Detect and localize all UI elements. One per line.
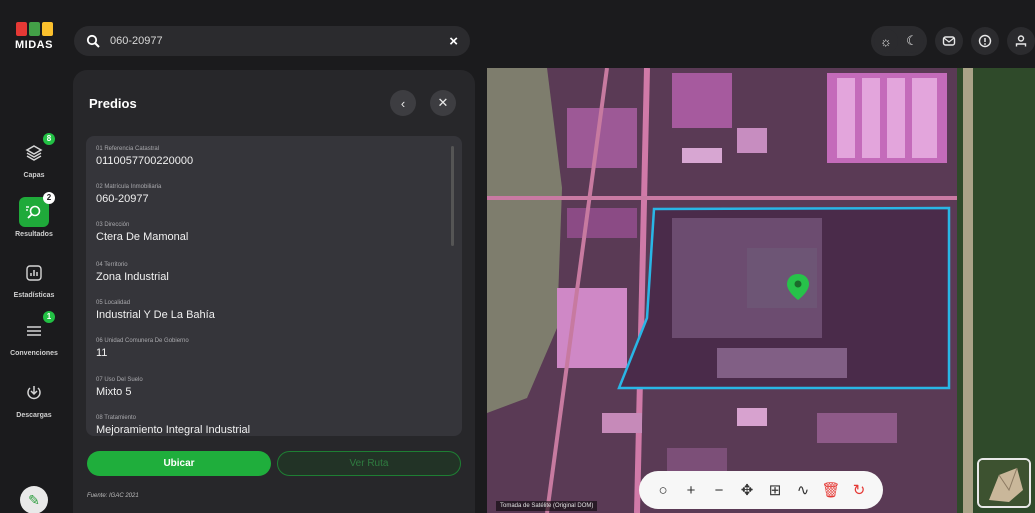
chevron-left-icon: ‹: [400, 95, 406, 111]
left-rail: MIDAS 8 Capas 2 Resultados Estadísticas …: [0, 0, 68, 513]
parcel-details-card: 01 Referencia Catastral 0110057700220000…: [86, 136, 462, 436]
field-label: 04 Territorio: [96, 262, 128, 268]
search-bar: ×: [74, 26, 470, 56]
field-label: 02 Matrícula Inmobiliaria: [96, 184, 162, 190]
close-panel-button[interactable]: ✕: [430, 90, 456, 116]
search-input[interactable]: [110, 35, 450, 47]
field-value: Ctera De Mamonal: [96, 231, 189, 243]
help-button[interactable]: [971, 27, 999, 55]
sidebar-item-label: Resultados: [15, 231, 53, 238]
field-label: 03 Dirección: [96, 222, 130, 228]
detail-field: 08 Tratamiento Mejoramiento Integral Ind…: [96, 415, 250, 436]
search-icon: [86, 34, 100, 48]
field-label: 01 Referencia Catastral: [96, 146, 160, 152]
minus-icon: −: [714, 481, 724, 499]
sidebar-item-label: Convenciones: [10, 350, 58, 357]
sidebar-item-convenciones[interactable]: 1 Convenciones: [6, 311, 62, 357]
sidebar-item-estadisticas[interactable]: Estadísticas: [6, 258, 62, 299]
download-icon: [19, 378, 49, 408]
field-label: 07 Uso Del Suelo: [96, 377, 143, 383]
plus-icon: +: [686, 481, 696, 499]
field-label: 08 Tratamiento: [96, 415, 137, 421]
field-label: 05 Localidad: [96, 300, 131, 306]
mail-icon: [942, 36, 956, 46]
scrollbar[interactable]: [451, 146, 454, 246]
crop-icon: ⊞: [768, 482, 782, 499]
route-icon: ∿: [796, 482, 810, 499]
detail-field: 03 Dirección Ctera De Mamonal: [96, 222, 188, 243]
theme-toggle[interactable]: ☼ ☾: [871, 26, 927, 56]
detail-field: 04 Territorio Zona Industrial: [96, 262, 169, 283]
dark-mode-button[interactable]: ☾: [900, 29, 924, 53]
layers-icon: 8: [19, 133, 55, 168]
close-icon: ✕: [437, 95, 449, 110]
app-logo[interactable]: MIDAS: [14, 22, 54, 64]
sidebar-item-resultados[interactable]: 2 Resultados: [6, 192, 62, 238]
route-button[interactable]: Ver Ruta: [277, 451, 461, 476]
search-results-icon: 2: [19, 192, 55, 227]
field-value: Industrial Y De La Bahía: [96, 309, 215, 321]
field-value: Mixto 5: [96, 386, 132, 398]
map-toolbar: ○ + − ✥ ⊞ ∿ 🗑 ↻: [639, 471, 883, 509]
satellite-imagery: [487, 68, 1035, 513]
move-icon: ✥: [740, 482, 754, 499]
detail-field: 07 Uso Del Suelo Mixto 5: [96, 377, 143, 398]
sidebar-item-label: Descargas: [16, 412, 52, 419]
field-value: Zona Industrial: [96, 271, 169, 283]
results-panel: Predios ‹ ✕ 01 Referencia Catastral 0110…: [73, 70, 475, 513]
back-button[interactable]: ‹: [390, 90, 416, 116]
field-value: 060-20977: [96, 193, 149, 205]
crop-tool[interactable]: ⊞: [764, 479, 786, 501]
sun-icon: ☼: [880, 33, 892, 49]
detail-field: 06 Unidad Comunera De Gobierno 11: [96, 338, 189, 359]
sidebar-item-descargas[interactable]: Descargas: [6, 378, 62, 419]
sidebar-badge: 1: [43, 311, 55, 323]
user-icon: [1015, 35, 1027, 47]
map-view[interactable]: Tomada de Satélite (Original DOM) ○ + − …: [487, 68, 1035, 513]
edit-pencil-button[interactable]: ✎: [20, 486, 48, 513]
top-right-controls: ☼ ☾: [871, 26, 1035, 56]
delete-button[interactable]: 🗑: [820, 479, 842, 501]
logo-text: MIDAS: [15, 39, 53, 51]
stats-icon: [19, 258, 49, 288]
refresh-icon: ↻: [852, 482, 866, 499]
map-attribution: Tomada de Satélite (Original DOM): [496, 501, 598, 511]
field-value: 0110057700220000: [96, 155, 194, 167]
clear-search-button[interactable]: ×: [449, 33, 458, 50]
data-source: Fuente: IGAC 2021: [87, 493, 139, 499]
user-button[interactable]: [1007, 27, 1035, 55]
draw-circle-tool[interactable]: ○: [652, 479, 674, 501]
sidebar-item-label: Estadísticas: [13, 292, 55, 299]
legend-list-icon: 1: [19, 311, 55, 346]
basemap-preview-icon: [979, 460, 1029, 506]
field-value: Mejoramiento Integral Industrial: [96, 424, 251, 436]
route-tool[interactable]: ∿: [792, 479, 814, 501]
light-mode-button[interactable]: ☼: [874, 29, 898, 53]
basemap-thumbnail[interactable]: [977, 458, 1031, 508]
sidebar-badge: 2: [43, 192, 55, 204]
detail-field: 01 Referencia Catastral 0110057700220000: [96, 146, 193, 167]
field-value: 11: [96, 347, 108, 359]
field-label: 06 Unidad Comunera De Gobierno: [96, 338, 189, 344]
detail-field: 05 Localidad Industrial Y De La Bahía: [96, 300, 215, 321]
zoom-in-button[interactable]: +: [680, 479, 702, 501]
reset-button[interactable]: ↻: [848, 479, 870, 501]
sidebar-item-capas[interactable]: 8 Capas: [6, 133, 62, 179]
detail-field: 02 Matrícula Inmobiliaria 060-20977: [96, 184, 161, 205]
locate-button[interactable]: Ubicar: [87, 451, 271, 476]
pencil-icon: ✎: [28, 491, 40, 508]
trash-icon: 🗑: [821, 482, 841, 499]
logo-mark-icon: [14, 22, 54, 36]
pan-tool[interactable]: ✥: [736, 479, 758, 501]
sidebar-badge: 8: [43, 133, 55, 145]
moon-icon: ☾: [906, 33, 918, 48]
panel-title: Predios: [89, 96, 137, 111]
zoom-out-button[interactable]: −: [708, 479, 730, 501]
messages-button[interactable]: [935, 27, 963, 55]
help-icon: [978, 34, 992, 48]
circle-icon: ○: [658, 481, 668, 499]
sidebar-item-label: Capas: [23, 172, 45, 179]
